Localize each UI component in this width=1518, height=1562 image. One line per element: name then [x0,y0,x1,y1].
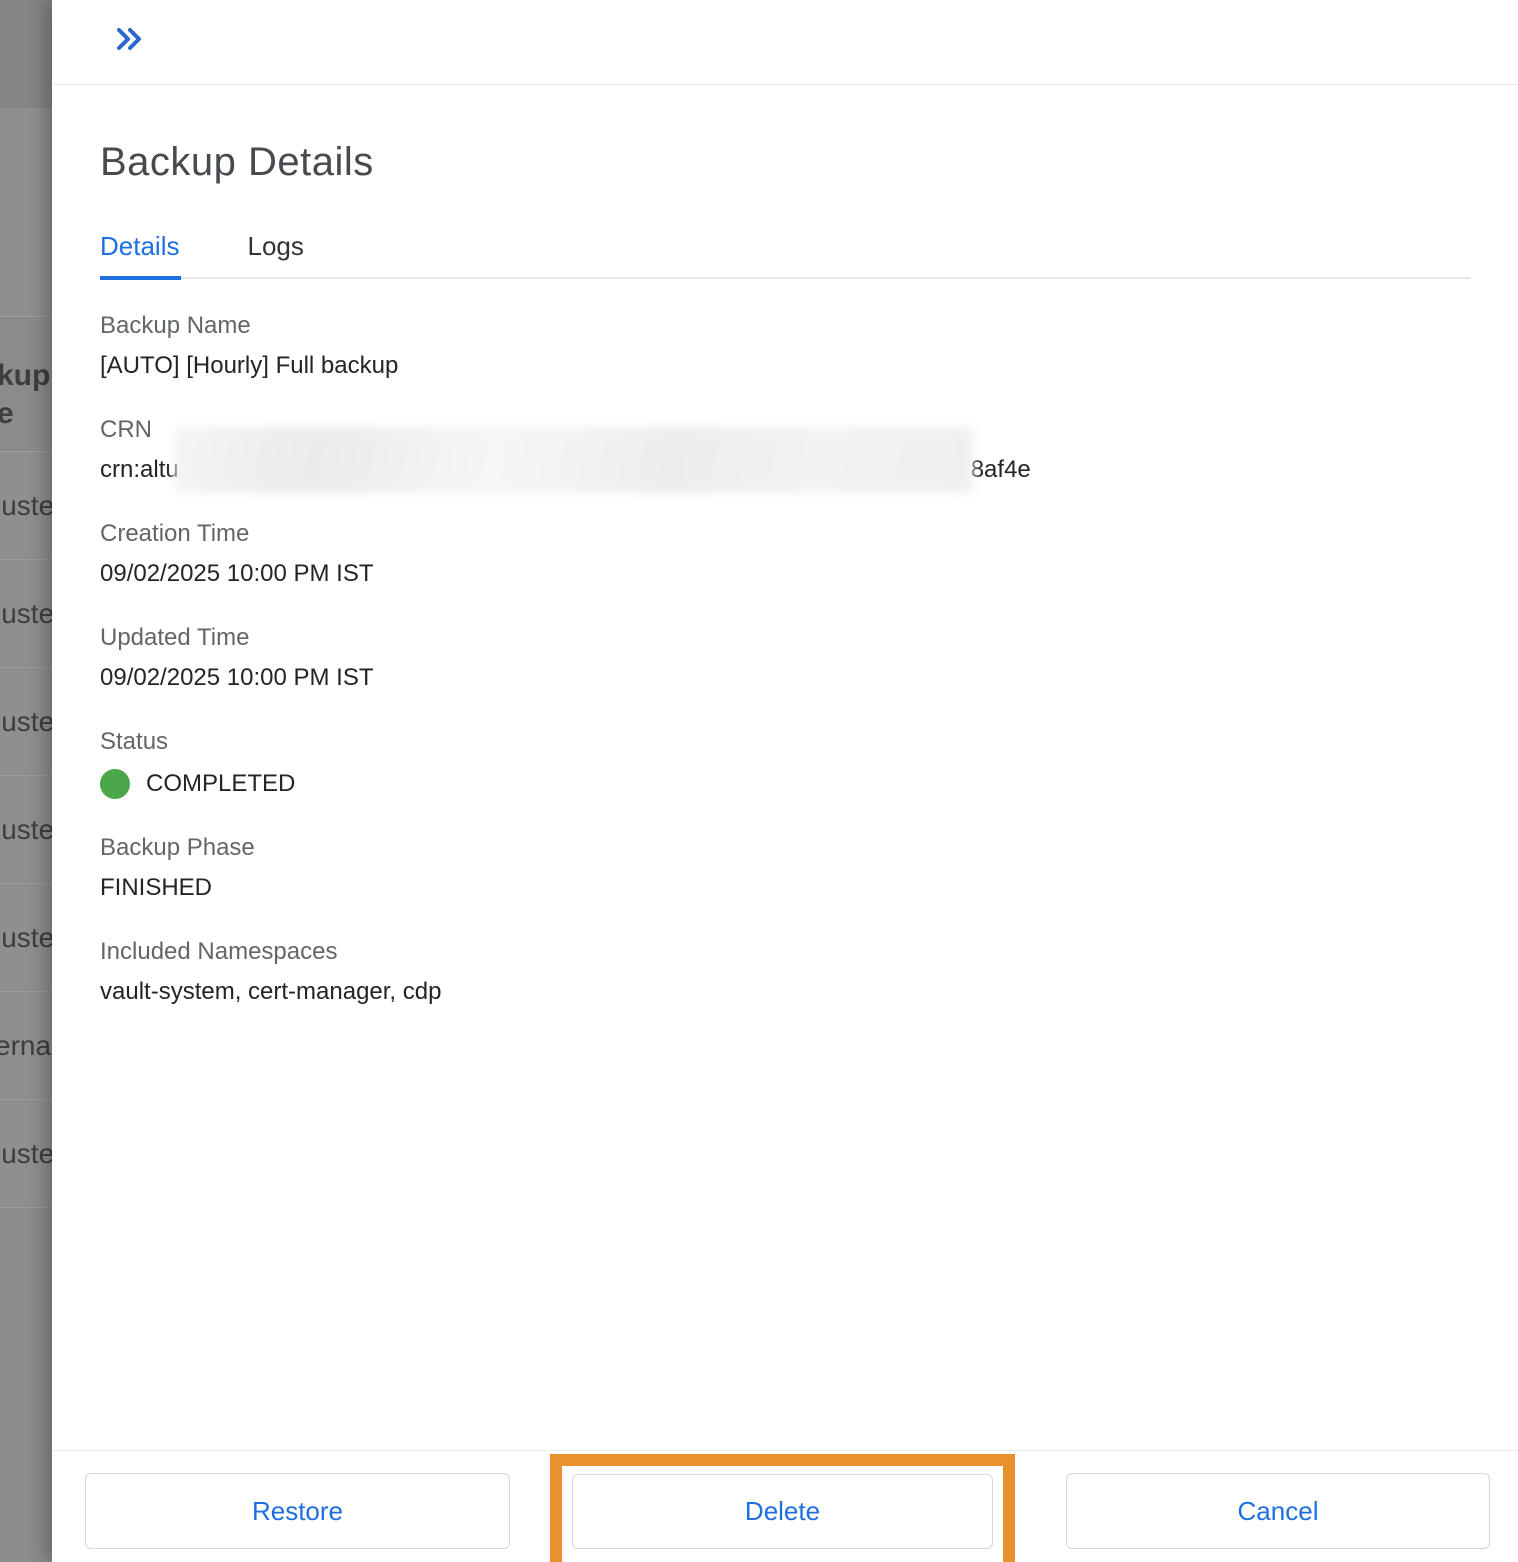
background-row-text: ernal [0,1030,52,1062]
tab-logs[interactable]: Logs [247,231,305,280]
details-field-list: Backup Name [AUTO] [Hourly] Full backup … [100,309,1470,1009]
field-label: Backup Name [100,309,1470,343]
field-label: Backup Phase [100,831,1470,865]
field-value: 09/02/2025 10:00 PM IST [100,661,1470,695]
collapse-drawer-button[interactable] [108,18,152,62]
backup-details-drawer: Backup Details Details Logs Backup Name … [52,0,1518,1562]
double-chevron-right-icon [115,26,145,55]
field-value-crn: crn:altu 8af4e [100,453,1470,487]
background-header-block [0,108,52,317]
background-table-row: luste [0,560,52,668]
field-value: 09/02/2025 10:00 PM IST [100,557,1470,591]
field-label: Creation Time [100,517,1470,551]
field-value: [AUTO] [Hourly] Full backup [100,349,1470,383]
background-table-row: luste [0,776,52,884]
field-status: Status COMPLETED [100,725,1470,801]
delete-button[interactable]: Delete [572,1474,993,1549]
background-row-text: luste [0,922,52,954]
field-label: Updated Time [100,621,1470,655]
crn-blur-overlay [175,427,973,493]
field-updated-time: Updated Time 09/02/2025 10:00 PM IST [100,621,1470,695]
background-table-row: ernal [0,992,52,1100]
background-column-header: kup e [0,317,52,452]
crn-redacted-region [179,453,971,487]
field-value: vault-system, cert-manager, cdp [100,975,1470,1009]
background-row-text: luste [0,814,52,846]
background-table-row: luste [0,884,52,992]
background-topbar [0,0,52,108]
screen: kup e luste luste luste luste luste erna… [0,0,1518,1562]
background-row-text: luste [0,706,52,738]
background-table-row: luste [0,1100,52,1208]
drawer-footer: Restore Delete Cancel [52,1450,1518,1562]
tab-bar: Details Logs [100,231,1470,279]
restore-button[interactable]: Restore [85,1473,510,1549]
field-backup-name: Backup Name [AUTO] [Hourly] Full backup [100,309,1470,383]
background-text-fragment: e [0,395,52,433]
page-title: Backup Details [100,140,1470,185]
tab-details[interactable]: Details [100,231,181,280]
crn-suffix: 8af4e [971,453,1031,487]
drawer-header [52,0,1518,85]
field-label: Included Namespaces [100,935,1470,969]
crn-prefix: crn:altu [100,453,179,487]
delete-button-highlight-annotation: Delete [550,1454,1015,1562]
background-filler [0,1208,52,1562]
status-completed-dot-icon [100,769,130,799]
status-value-row: COMPLETED [100,767,1470,801]
cancel-button[interactable]: Cancel [1066,1473,1490,1549]
field-creation-time: Creation Time 09/02/2025 10:00 PM IST [100,517,1470,591]
status-badge: COMPLETED [146,767,295,801]
field-backup-phase: Backup Phase FINISHED [100,831,1470,905]
background-row-text: luste [0,1138,52,1170]
background-row-text: luste [0,490,52,522]
background-table-row: luste [0,668,52,776]
background-text-fragment: kup [0,357,52,395]
dimmed-background-page: kup e luste luste luste luste luste erna… [0,0,52,1562]
background-row-text: luste [0,598,52,630]
field-crn: CRN crn:altu 8af4e [100,413,1470,487]
field-label: Status [100,725,1470,759]
field-included-namespaces: Included Namespaces vault-system, cert-m… [100,935,1470,1009]
field-value: FINISHED [100,871,1470,905]
drawer-body: Backup Details Details Logs Backup Name … [52,140,1518,1009]
background-table-row: luste [0,452,52,560]
